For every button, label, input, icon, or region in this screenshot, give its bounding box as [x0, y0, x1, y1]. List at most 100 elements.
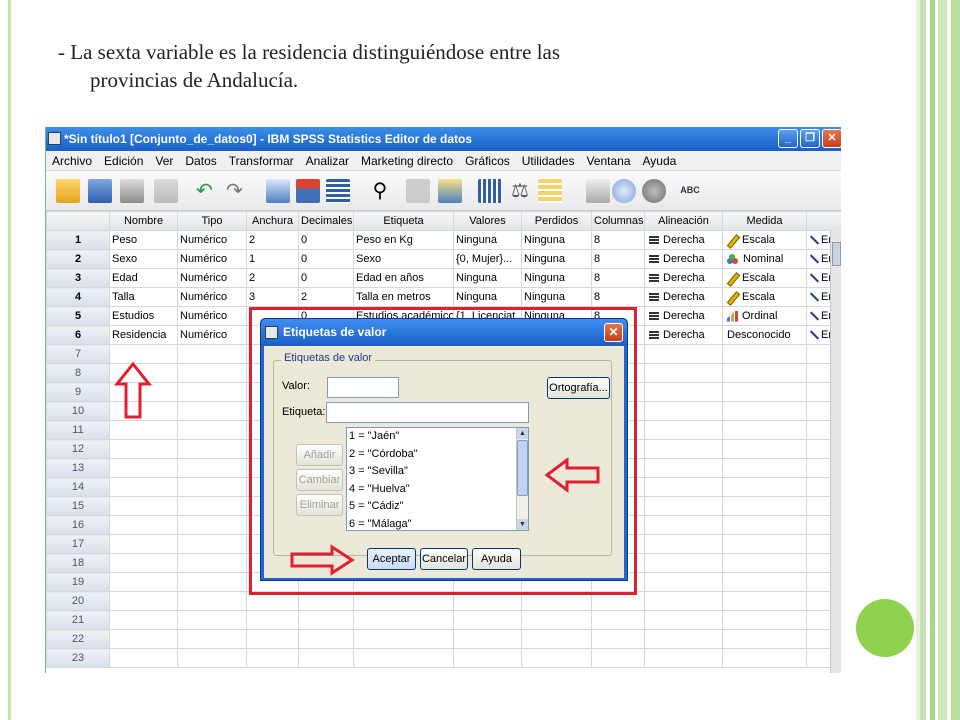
variables-icon[interactable] [326, 179, 350, 203]
cell-columnas[interactable]: 8 [591, 230, 645, 250]
cell-decimales[interactable]: 2 [298, 287, 354, 307]
row-number[interactable]: 6 [46, 325, 110, 345]
empty-cell[interactable] [177, 420, 247, 440]
empty-cell[interactable] [177, 515, 247, 535]
empty-cell[interactable] [722, 477, 807, 497]
cell-tipo[interactable]: Numérico [177, 249, 247, 269]
list-item[interactable]: 1 = "Jaén" [347, 428, 528, 446]
cell-medida[interactable]: Nominal [722, 249, 807, 269]
cell-medida[interactable]: Ordinal [722, 306, 807, 326]
empty-cell[interactable] [177, 610, 247, 630]
row-number[interactable]: 2 [46, 249, 110, 269]
find-icon[interactable]: ⚲ [368, 179, 392, 203]
empty-cell[interactable] [109, 477, 178, 497]
cell-etiqueta[interactable]: Peso en Kg [353, 230, 454, 250]
goto-variable-icon[interactable] [296, 179, 320, 203]
empty-cell[interactable] [177, 572, 247, 592]
cell-tipo[interactable]: Numérico [177, 230, 247, 250]
empty-cell[interactable] [722, 629, 807, 649]
column-header-columnas[interactable]: Columnas [591, 211, 645, 231]
empty-cell[interactable] [246, 610, 299, 630]
menu-edicion[interactable]: Edición [98, 151, 149, 170]
list-scrollbar-thumb[interactable] [517, 440, 528, 496]
cell-anchura[interactable]: 1 [246, 249, 299, 269]
empty-cell[interactable] [722, 610, 807, 630]
column-header-etiqueta[interactable]: Etiqueta [353, 211, 454, 231]
dialog-close-button[interactable]: ✕ [604, 323, 623, 342]
cell-alineacion[interactable]: Derecha [644, 287, 723, 307]
cell-tipo[interactable]: Numérico [177, 268, 247, 288]
undo-icon[interactable]: ↶ [196, 181, 220, 201]
column-header-medida[interactable]: Medida [722, 211, 807, 231]
empty-cell[interactable] [644, 420, 723, 440]
cell-decimales[interactable]: 0 [298, 268, 354, 288]
cell-perdidos[interactable]: Ninguna [521, 287, 592, 307]
value-labels-list[interactable]: 1 = "Jaén" 2 = "Córdoba" 3 = "Sevilla" 4… [346, 427, 529, 531]
empty-cell[interactable] [722, 420, 807, 440]
empty-cell[interactable] [177, 534, 247, 554]
cell-decimales[interactable]: 0 [298, 249, 354, 269]
row-number[interactable]: 4 [46, 287, 110, 307]
cell-anchura[interactable]: 2 [246, 230, 299, 250]
row-number[interactable]: 13 [46, 458, 110, 478]
cell-alineacion[interactable]: Derecha [644, 230, 723, 250]
etiqueta-input[interactable] [326, 402, 529, 423]
column-header-anchura[interactable]: Anchura [246, 211, 299, 231]
row-number[interactable]: 19 [46, 572, 110, 592]
empty-cell[interactable] [177, 344, 247, 364]
cell-valores[interactable]: Ninguna [453, 268, 522, 288]
empty-cell[interactable] [591, 610, 645, 630]
empty-cell[interactable] [644, 344, 723, 364]
row-number[interactable]: 17 [46, 534, 110, 554]
cell-nombre[interactable]: Peso [109, 230, 178, 250]
row-number[interactable]: 11 [46, 420, 110, 440]
empty-cell[interactable] [298, 648, 354, 668]
list-item[interactable]: 4 = "Huelva" [347, 481, 528, 499]
empty-cell[interactable] [722, 458, 807, 478]
empty-cell[interactable] [722, 401, 807, 421]
empty-cell[interactable] [109, 534, 178, 554]
cell-alineacion[interactable]: Derecha [644, 249, 723, 269]
empty-cell[interactable] [109, 553, 178, 573]
empty-cell[interactable] [109, 648, 178, 668]
empty-cell[interactable] [722, 553, 807, 573]
cell-tipo[interactable]: Numérico [177, 325, 247, 345]
empty-cell[interactable] [177, 363, 247, 383]
row-number[interactable]: 7 [46, 344, 110, 364]
help-button[interactable]: Ayuda [472, 548, 521, 570]
empty-cell[interactable] [298, 629, 354, 649]
row-number[interactable]: 16 [46, 515, 110, 535]
empty-cell[interactable] [177, 477, 247, 497]
empty-cell[interactable] [644, 572, 723, 592]
cell-medida[interactable]: Desconocido [722, 325, 807, 345]
menu-utilidades[interactable]: Utilidades [516, 151, 581, 170]
cell-etiqueta[interactable]: Edad en años [353, 268, 454, 288]
list-scrollbar[interactable]: ▲ ▼ [516, 428, 528, 530]
empty-cell[interactable] [521, 629, 592, 649]
empty-cell[interactable] [644, 401, 723, 421]
empty-cell[interactable] [177, 629, 247, 649]
empty-cell[interactable] [246, 629, 299, 649]
empty-cell[interactable] [177, 439, 247, 459]
redo-icon[interactable]: ↷ [226, 181, 250, 201]
cell-etiqueta[interactable]: Talla en metros [353, 287, 454, 307]
column-header-nombre[interactable]: Nombre [109, 211, 178, 231]
empty-cell[interactable] [644, 591, 723, 611]
empty-cell[interactable] [722, 496, 807, 516]
scroll-down-icon[interactable]: ▼ [517, 519, 528, 530]
row-number[interactable]: 8 [46, 363, 110, 383]
empty-cell[interactable] [644, 477, 723, 497]
print-icon[interactable] [120, 179, 144, 203]
cell-nombre[interactable]: Sexo [109, 249, 178, 269]
add-button[interactable]: Añadir [296, 444, 343, 466]
ok-button[interactable]: Aceptar [367, 548, 416, 570]
empty-cell[interactable] [722, 572, 807, 592]
empty-cell[interactable] [453, 610, 522, 630]
empty-cell[interactable] [722, 363, 807, 383]
dialog-recall-icon[interactable] [154, 179, 178, 203]
cell-tipo[interactable]: Numérico [177, 306, 247, 326]
empty-cell[interactable] [644, 515, 723, 535]
list-item[interactable]: 3 = "Sevilla" [347, 463, 528, 481]
cell-anchura[interactable]: 3 [246, 287, 299, 307]
row-number[interactable]: 10 [46, 401, 110, 421]
